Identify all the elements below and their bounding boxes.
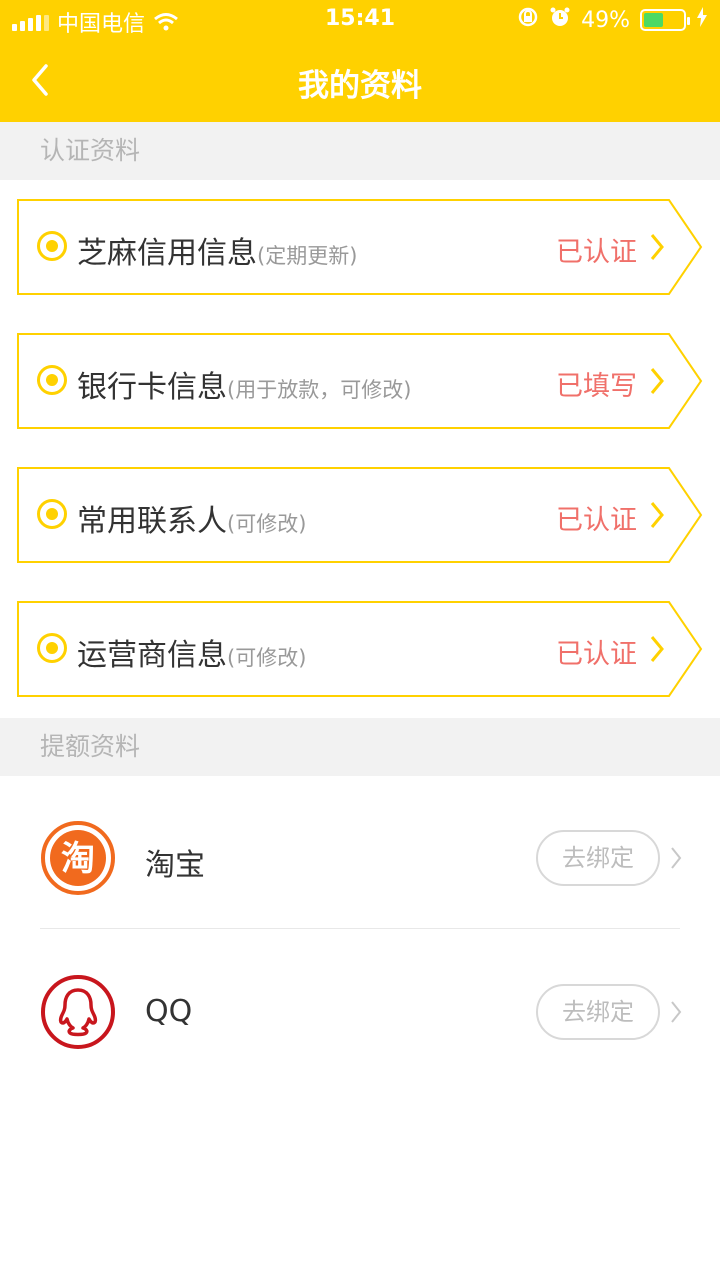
battery-percent: 49%: [581, 7, 630, 33]
chevron-right-icon: [650, 636, 664, 662]
bind-button[interactable]: 去绑定: [536, 830, 660, 886]
card-title: 银行卡信息: [77, 370, 227, 405]
header-bar: 中国电信 15:41 49% 我的资料: [0, 0, 720, 122]
chevron-right-icon: [671, 1001, 682, 1023]
card-bank-card[interactable]: 银行卡信息(用于放款，可修改) 已填写: [17, 332, 703, 430]
taobao-icon: 淘: [40, 820, 116, 896]
chevron-right-icon: [650, 234, 664, 260]
alarm-icon: [549, 6, 571, 34]
battery-icon: [640, 9, 690, 31]
item-name: QQ: [145, 994, 193, 1029]
card-title: 常用联系人: [77, 504, 227, 539]
status-badge: 已认证: [556, 237, 637, 268]
section-header-verify: 认证资料: [0, 122, 720, 180]
card-subtitle: (定期更新): [257, 244, 358, 268]
radio-dot-icon: [37, 499, 67, 529]
chevron-right-icon: [650, 368, 664, 394]
status-bar: 中国电信 15:41 49%: [0, 0, 720, 40]
divider: [40, 928, 680, 929]
card-subtitle: (用于放款，可修改): [227, 378, 412, 402]
status-badge: 已填写: [556, 371, 637, 402]
chevron-right-icon: [671, 847, 682, 869]
card-carrier[interactable]: 运营商信息(可修改) 已认证: [17, 600, 703, 698]
section-header-quota: 提额资料: [0, 718, 720, 776]
svg-text:淘: 淘: [61, 839, 95, 879]
card-title: 运营商信息: [77, 638, 227, 673]
page-title: 我的资料: [298, 68, 422, 104]
list-item-taobao[interactable]: 淘 淘宝 去绑定: [0, 776, 720, 930]
radio-dot-icon: [37, 365, 67, 395]
chevron-right-icon: [650, 502, 664, 528]
list-item-qq[interactable]: QQ 去绑定: [0, 930, 720, 1084]
card-subtitle: (可修改): [227, 646, 307, 670]
charging-icon: [696, 7, 708, 33]
item-name: 淘宝: [145, 848, 205, 883]
rotation-lock-icon: [517, 6, 539, 34]
card-subtitle: (可修改): [227, 512, 307, 536]
status-badge: 已认证: [556, 505, 637, 536]
radio-dot-icon: [37, 231, 67, 261]
status-badge: 已认证: [556, 639, 637, 670]
card-contacts[interactable]: 常用联系人(可修改) 已认证: [17, 466, 703, 564]
radio-dot-icon: [37, 633, 67, 663]
card-title: 芝麻信用信息: [77, 236, 257, 271]
card-sesame-credit[interactable]: 芝麻信用信息(定期更新) 已认证: [17, 198, 703, 296]
qq-icon: [40, 974, 116, 1050]
bind-button[interactable]: 去绑定: [536, 984, 660, 1040]
